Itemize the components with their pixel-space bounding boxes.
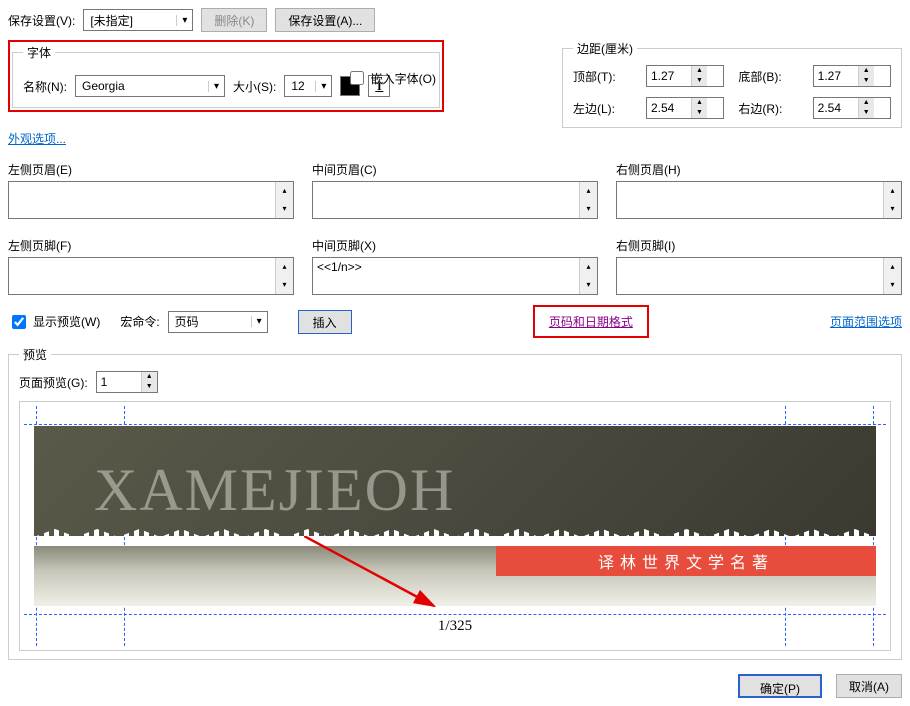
left-footer-input[interactable]: ▴▾	[8, 257, 294, 295]
font-name-dropdown[interactable]: Georgia▾	[75, 75, 225, 97]
page-preview-spinner[interactable]: ▲▼	[96, 371, 158, 393]
chevron-down-icon: ▾	[315, 81, 331, 92]
right-header-input[interactable]: ▴▾	[616, 181, 902, 219]
left-footer-label: 左侧页脚(F)	[8, 237, 294, 254]
preview-banner: 译林世界文学名著	[496, 546, 876, 576]
margin-right-label: 右边(R):	[738, 100, 798, 117]
preview-header-image: XAMEJIEOH	[34, 426, 876, 536]
margin-bottom-label: 底部(B):	[738, 68, 798, 85]
margin-left-label: 左边(L):	[573, 100, 632, 117]
center-footer-input[interactable]: <<1/n>>▴▾	[312, 257, 598, 295]
annotation-arrow-icon	[304, 536, 464, 626]
font-size-label: 大小(S):	[233, 78, 276, 95]
preview-legend: 预览	[19, 346, 51, 363]
chevron-down-icon: ▾	[208, 81, 224, 92]
margin-top-spinner[interactable]: ▲▼	[646, 65, 724, 87]
margin-bottom-spinner[interactable]: ▲▼	[813, 65, 891, 87]
left-header-input[interactable]: ▴▾	[8, 181, 294, 219]
left-header-label: 左侧页眉(E)	[8, 161, 294, 178]
save-settings-label: 保存设置(V):	[8, 12, 75, 29]
save-settings-button[interactable]: 保存设置(A)...	[275, 8, 375, 32]
center-header-label: 中间页眉(C)	[312, 161, 598, 178]
cancel-button[interactable]: 取消(A)	[836, 674, 902, 698]
margin-right-spinner[interactable]: ▲▼	[813, 97, 891, 119]
embed-font-checkbox[interactable]: 嵌入字体(O)	[346, 68, 436, 88]
show-preview-checkbox[interactable]: 显示预览(W)	[8, 312, 100, 332]
margin-left-spinner[interactable]: ▲▼	[646, 97, 724, 119]
page-preview-label: 页面预览(G):	[19, 374, 88, 391]
font-legend: 字体	[23, 44, 55, 61]
ok-button[interactable]: 确定(P)	[738, 674, 822, 698]
font-size-dropdown[interactable]: 12▾	[284, 75, 332, 97]
margins-legend: 边距(厘米)	[573, 40, 637, 57]
center-footer-label: 中间页脚(X)	[312, 237, 598, 254]
right-footer-label: 右侧页脚(I)	[616, 237, 902, 254]
appearance-options-link[interactable]: 外观选项...	[8, 132, 66, 146]
insert-button[interactable]: 插入	[298, 310, 352, 334]
chevron-down-icon: ▾	[251, 316, 267, 327]
macro-label: 宏命令:	[120, 313, 159, 330]
right-header-label: 右侧页眉(H)	[616, 161, 902, 178]
save-settings-dropdown[interactable]: [未指定]▾	[83, 9, 193, 31]
right-footer-input[interactable]: ▴▾	[616, 257, 902, 295]
delete-button[interactable]: 删除(K)	[201, 8, 267, 32]
center-header-input[interactable]: ▴▾	[312, 181, 598, 219]
page-date-format-link[interactable]: 页码和日期格式	[549, 315, 633, 329]
macro-dropdown[interactable]: 页码▾	[168, 311, 268, 333]
font-name-label: 名称(N):	[23, 78, 67, 95]
preview-page-number: 1/325	[24, 618, 886, 635]
page-range-options-link[interactable]: 页面范围选项	[830, 313, 902, 330]
chevron-down-icon: ▾	[176, 15, 192, 26]
margin-top-label: 顶部(T):	[573, 68, 632, 85]
preview-area: XAMEJIEOH 译林世界文学名著 1/325	[19, 401, 891, 651]
